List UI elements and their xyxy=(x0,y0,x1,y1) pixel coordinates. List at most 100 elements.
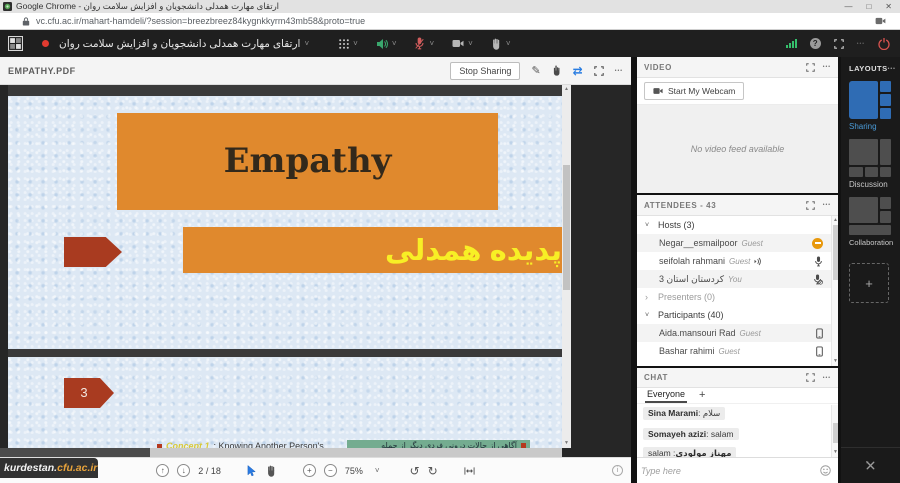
stop-sharing-button[interactable]: Stop Sharing xyxy=(450,62,520,80)
pan-tool-button[interactable] xyxy=(266,465,277,477)
attendee-row-self[interactable]: کردستان استان 3 You xyxy=(637,270,831,288)
collapse-icon[interactable]: ˅ xyxy=(645,312,652,319)
no-video-message: No video feed available xyxy=(637,105,838,193)
zoom-in-button[interactable]: + xyxy=(303,464,316,477)
chat-pod-header: CHAT ••• xyxy=(637,368,838,388)
add-layout-button[interactable]: + xyxy=(849,263,889,303)
tab-everyone[interactable]: Everyone xyxy=(645,389,687,403)
video-pod-menu-icon[interactable]: ••• xyxy=(823,64,831,70)
zoom-out-button[interactable]: − xyxy=(324,464,337,477)
zoom-chevron-icon[interactable]: ˅ xyxy=(375,467,380,475)
scroll-down-icon[interactable]: ▼ xyxy=(832,357,839,366)
layout-sharing-label[interactable]: Sharing xyxy=(849,122,900,131)
raise-hand-chevron-icon[interactable]: ˅ xyxy=(506,40,511,48)
fullscreen-button[interactable] xyxy=(834,39,844,49)
webcam-button-row: Start My Webcam xyxy=(637,78,838,105)
start-webcam-button[interactable]: Start My Webcam xyxy=(644,82,744,100)
attendees-fullscreen-icon[interactable] xyxy=(806,201,815,210)
attendee-row[interactable]: Aida.mansouri Rad Guest xyxy=(637,324,831,342)
group-hosts[interactable]: ˅ Hosts (3) xyxy=(637,216,831,234)
horizontal-scroll-thumb[interactable] xyxy=(0,448,150,457)
toolbar-overflow-button[interactable]: ••• xyxy=(857,41,865,47)
video-fullscreen-icon[interactable] xyxy=(806,63,815,72)
layouts-title: LAYOUTS xyxy=(849,64,888,73)
connection-status-icon[interactable] xyxy=(786,39,797,48)
slide-title-box: Empathy xyxy=(117,113,498,210)
chat-fullscreen-icon[interactable] xyxy=(806,373,815,382)
microphone-chevron-icon[interactable]: ˅ xyxy=(429,40,434,48)
next-page-button[interactable]: ↓ xyxy=(177,464,190,477)
emoticon-icon[interactable] xyxy=(820,465,831,476)
tools-icon[interactable] xyxy=(864,459,877,472)
document-viewport[interactable]: Empathy پدیده همدلی 3 Concept 1 : Knowin… xyxy=(0,85,631,457)
attendee-row[interactable]: Negar__esmailpoor Guest xyxy=(637,234,831,252)
scroll-down-icon[interactable]: ▼ xyxy=(832,448,839,457)
vertical-scrollbar[interactable]: ▲ ▼ xyxy=(562,85,571,448)
chat-input[interactable] xyxy=(641,462,801,480)
draw-icon[interactable]: ✎ xyxy=(531,64,540,77)
pointer-icon[interactable] xyxy=(552,65,562,76)
share-fullscreen-icon[interactable] xyxy=(594,66,604,76)
rotate-right-button[interactable]: ↻ xyxy=(428,465,438,477)
sync-icon[interactable]: ⇄ xyxy=(573,64,583,78)
attendee-row[interactable]: seifolah rahmani Guest xyxy=(637,252,831,270)
microphone-muted-icon[interactable] xyxy=(813,274,823,285)
vertical-scroll-thumb[interactable] xyxy=(563,165,570,290)
rotate-left-button[interactable]: ↺ xyxy=(410,465,420,477)
microphone-icon[interactable] xyxy=(814,256,823,267)
close-button[interactable]: ✕ xyxy=(885,2,892,11)
meeting-menu-chevron-icon[interactable]: ˅ xyxy=(304,40,309,48)
apps-grid-button[interactable] xyxy=(339,39,349,49)
attendees-scrollbar[interactable]: ▲ ▼ xyxy=(831,216,838,366)
concept-text: : Knowing Another Person's xyxy=(214,441,324,448)
help-button[interactable]: ? xyxy=(810,38,821,49)
chat-scroll-thumb[interactable] xyxy=(833,423,838,443)
collapse-icon[interactable]: ˅ xyxy=(645,222,652,229)
group-participants[interactable]: ˅ Participants (40) xyxy=(637,306,831,324)
info-icon[interactable]: i xyxy=(612,465,623,476)
layouts-menu-icon[interactable]: ••• xyxy=(888,66,896,72)
share-pod-menu-icon[interactable]: ••• xyxy=(615,68,623,74)
status-link-domain: cfu.ac.ir xyxy=(57,462,97,474)
chat-pod-menu-icon[interactable]: ••• xyxy=(823,375,831,381)
slide-empathy-title: Empathy پدیده همدلی xyxy=(8,96,562,349)
camera-permission-icon[interactable] xyxy=(875,17,886,25)
attendees-scroll-thumb[interactable] xyxy=(833,225,838,280)
attendees-list: ˅ Hosts (3) Negar__esmailpoor Guest seif… xyxy=(637,216,831,366)
layout-discussion-label[interactable]: Discussion xyxy=(849,180,900,189)
layout-discussion-thumbnail[interactable] xyxy=(849,139,891,177)
window-title: ارتقای مهارت همدلی دانشجویان و افزایش سل… xyxy=(16,1,279,12)
horizontal-scrollbar[interactable] xyxy=(0,448,562,457)
exit-meeting-button[interactable] xyxy=(878,38,890,50)
expand-icon[interactable]: › xyxy=(645,292,652,302)
layout-collaboration-label[interactable]: Collaboration xyxy=(849,238,900,247)
microphone-muted-button[interactable] xyxy=(414,37,425,50)
scroll-up-icon[interactable]: ▲ xyxy=(562,85,571,94)
layout-sharing-thumbnail[interactable] xyxy=(849,81,891,119)
add-chat-tab-button[interactable]: + xyxy=(699,390,705,403)
group-presenters[interactable]: › Presenters (0) xyxy=(637,288,831,306)
address-input[interactable]: vc.cfu.ac.ir/mahart-hamdeli/?session=bre… xyxy=(36,16,365,26)
chrome-icon xyxy=(3,2,12,11)
maximize-button[interactable]: □ xyxy=(866,2,871,11)
attendee-tag: Guest xyxy=(742,239,763,248)
apps-chevron-icon[interactable]: ˅ xyxy=(353,40,358,48)
fit-width-button[interactable] xyxy=(464,466,475,476)
speaker-chevron-icon[interactable]: ˅ xyxy=(392,40,397,48)
scroll-up-icon[interactable]: ▲ xyxy=(832,216,839,225)
webcam-chevron-icon[interactable]: ˅ xyxy=(468,40,473,48)
select-tool-button[interactable] xyxy=(247,465,258,477)
connect-app-icon[interactable] xyxy=(8,36,23,51)
layout-collaboration-thumbnail[interactable] xyxy=(849,197,891,235)
scroll-down-icon[interactable]: ▼ xyxy=(562,439,571,448)
previous-page-button[interactable]: ↑ xyxy=(156,464,169,477)
attendees-pod-menu-icon[interactable]: ••• xyxy=(823,202,831,208)
attendee-row[interactable]: Bashar rahimi Guest xyxy=(637,342,831,360)
zoom-level[interactable]: 75% xyxy=(345,466,363,476)
chat-scrollbar[interactable]: ▼ xyxy=(831,405,838,457)
slide-arrow-shape xyxy=(64,237,122,267)
raise-hand-button[interactable] xyxy=(491,38,502,50)
webcam-button[interactable] xyxy=(452,39,464,48)
speaker-button[interactable] xyxy=(376,38,388,50)
minimize-button[interactable]: — xyxy=(844,2,852,11)
